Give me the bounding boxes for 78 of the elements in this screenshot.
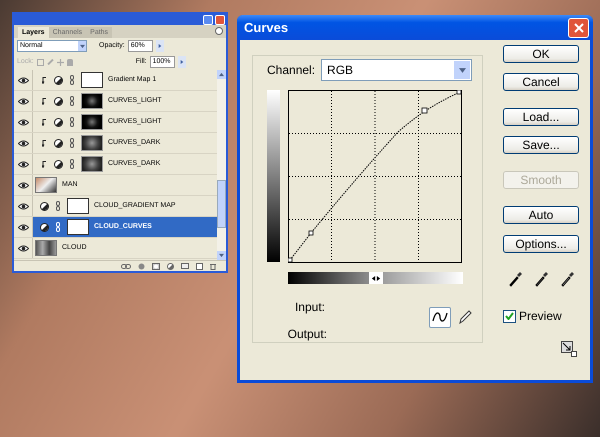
curve-point[interactable] xyxy=(456,90,462,94)
preview-checkbox[interactable] xyxy=(503,310,516,322)
minimize-button[interactable] xyxy=(203,14,213,24)
scrollbar-thumb[interactable] xyxy=(217,180,226,228)
chain-icon xyxy=(70,117,74,127)
half-circle-icon xyxy=(40,222,49,232)
eye-icon[interactable] xyxy=(18,244,28,252)
arrow-right-icon xyxy=(158,44,162,48)
half-circle-icon xyxy=(54,138,63,148)
close-button[interactable] xyxy=(215,14,225,24)
dropdown-arrow-icon xyxy=(458,66,466,74)
clip-arrow-icon xyxy=(42,76,47,84)
clip-arrow-icon xyxy=(42,98,47,104)
link-icon[interactable] xyxy=(121,264,131,268)
eye-icon[interactable] xyxy=(18,118,28,126)
opacity-slider-button[interactable] xyxy=(156,40,164,52)
close-button[interactable] xyxy=(568,18,589,38)
half-circle-icon[interactable] xyxy=(167,262,174,270)
clip-arrow-icon xyxy=(42,140,47,146)
check-icon xyxy=(505,312,514,320)
eye-icon[interactable] xyxy=(18,224,28,230)
trash-icon[interactable] xyxy=(210,262,216,270)
chain-icon xyxy=(70,96,74,106)
mask-icon[interactable] xyxy=(152,262,160,270)
dialog-button[interactable]: Save... xyxy=(503,136,579,154)
channel-select[interactable]: RGB xyxy=(321,59,472,81)
clip-arrow-icon xyxy=(42,160,47,168)
eyedropper-icon[interactable] xyxy=(534,271,549,287)
half-circle-icon xyxy=(40,202,49,210)
chain-icon xyxy=(56,201,60,211)
half-circle-icon xyxy=(54,76,63,84)
folder-icon[interactable] xyxy=(181,263,189,269)
half-circle-icon xyxy=(54,160,63,168)
pencil-icon xyxy=(458,309,472,325)
fill-slider-button[interactable] xyxy=(178,56,186,68)
scrollbar[interactable] xyxy=(217,70,226,260)
input-label: Input: xyxy=(294,299,325,316)
chain-icon xyxy=(70,138,74,148)
chain-icon xyxy=(70,75,74,85)
clip-arrow-icon xyxy=(42,118,47,126)
scroll-down-icon xyxy=(219,253,224,258)
output-label: Output: xyxy=(288,326,327,343)
toggle-arrows-button[interactable] xyxy=(368,272,382,284)
curve-point[interactable] xyxy=(422,108,428,114)
chain-icon xyxy=(56,222,60,232)
curve-icon xyxy=(432,311,448,323)
half-circle-icon xyxy=(54,118,63,126)
arrow-right-icon xyxy=(180,60,184,64)
dialog-button[interactable]: Load... xyxy=(503,108,579,126)
eye-icon[interactable] xyxy=(18,182,28,188)
channel-label: Channel: xyxy=(267,62,316,79)
curve-point[interactable] xyxy=(308,230,314,236)
panel-menu-icon[interactable] xyxy=(215,27,223,35)
scroll-up-icon xyxy=(219,72,224,77)
arrow-right-icon xyxy=(376,276,380,280)
eye-icon[interactable] xyxy=(18,160,28,168)
close-icon xyxy=(574,22,584,32)
curve-point[interactable] xyxy=(288,258,292,262)
new-page-icon[interactable] xyxy=(196,262,203,270)
dialog-button[interactable]: Auto xyxy=(503,206,579,224)
circle-icon[interactable] xyxy=(138,262,145,270)
dropdown-arrow-icon xyxy=(80,44,84,48)
half-circle-icon xyxy=(54,96,63,106)
preview-label: Preview xyxy=(519,308,562,325)
eyedropper-icon[interactable] xyxy=(560,271,575,287)
dialog-button[interactable]: Options... xyxy=(503,235,579,253)
eye-icon[interactable] xyxy=(18,140,28,146)
dialog-button[interactable]: Cancel xyxy=(503,73,579,91)
dialog-title: Curves xyxy=(244,18,288,37)
dialog-button[interactable]: OK xyxy=(503,45,579,63)
curve-tool-button[interactable] xyxy=(429,306,451,328)
expand-icon[interactable] xyxy=(561,341,577,357)
chain-icon xyxy=(70,159,74,169)
eyedropper-icon[interactable] xyxy=(508,271,523,287)
eye-icon[interactable] xyxy=(18,202,28,210)
eye-icon[interactable] xyxy=(18,98,28,104)
arrow-left-icon xyxy=(370,276,376,280)
eye-icon[interactable] xyxy=(18,76,28,84)
